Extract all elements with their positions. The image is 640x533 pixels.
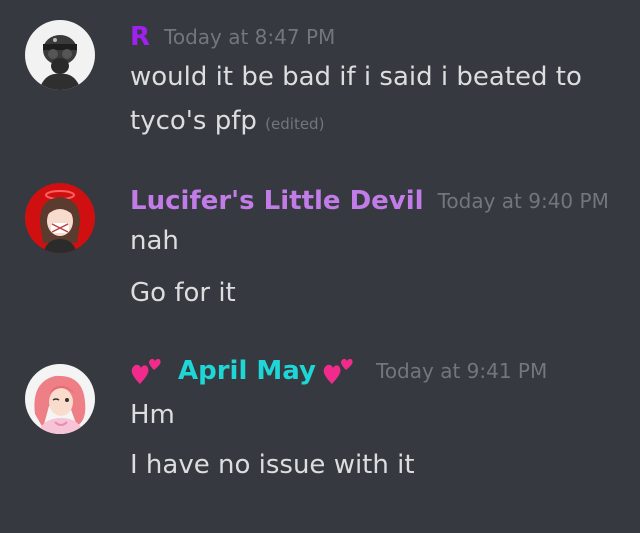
two-hearts-emoji-icon <box>322 356 356 386</box>
gas-mask-helmet-avatar[interactable] <box>25 20 95 90</box>
edited-label: (edited) <box>265 115 325 133</box>
author-name[interactable]: R <box>130 22 150 52</box>
message-text-content: tyco's pfp <box>130 106 257 136</box>
message-timestamp: Today at 9:40 PM <box>437 189 609 213</box>
message-text: tyco's pfp (edited) <box>130 106 324 136</box>
message-timestamp: Today at 9:41 PM <box>376 359 548 383</box>
message-text: Hm <box>130 400 175 430</box>
message-timestamp: Today at 8:47 PM <box>164 25 336 49</box>
author-name[interactable]: Lucifer's Little Devil <box>130 186 424 216</box>
author-name[interactable]: April May <box>178 356 316 386</box>
pink-hair-girl-avatar[interactable] <box>25 364 95 434</box>
message-text: nah <box>130 226 179 256</box>
message-text: I have no issue with it <box>130 450 415 480</box>
anime-girl-red-avatar[interactable] <box>25 183 95 253</box>
message-text: would it be bad if i said i beated to <box>130 62 582 92</box>
message-text: Go for it <box>130 278 236 308</box>
chat-log: R Today at 8:47 PM would it be bad if i … <box>0 0 640 533</box>
two-hearts-emoji-icon <box>130 356 164 386</box>
